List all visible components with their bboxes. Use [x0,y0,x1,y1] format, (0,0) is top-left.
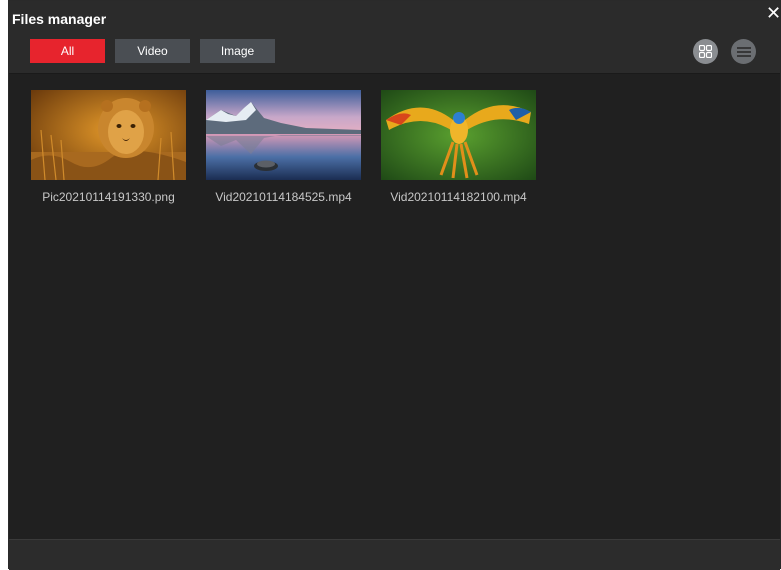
filter-image-button[interactable]: Image [200,39,275,63]
filter-tabs: All Video Image [30,39,275,63]
header-bar: Files manager ✕ All Video Image [9,1,781,74]
parrot-icon [381,90,536,180]
filter-video-button[interactable]: Video [115,39,190,63]
file-tile[interactable]: Vid20210114184525.mp4 [206,90,361,204]
status-bar [9,539,780,570]
file-name: Vid20210114182100.mp4 [390,190,527,204]
file-tile[interactable]: Pic20210114191330.png [31,90,186,204]
files-manager-window: Files manager ✕ All Video Image Pic20210… [8,0,781,570]
filter-all-button[interactable]: All [30,39,105,63]
close-icon[interactable]: ✕ [766,4,781,22]
file-name: Vid20210114184525.mp4 [215,190,352,204]
window-title: Files manager [12,11,107,27]
view-toggle [693,39,756,64]
grid-view-icon[interactable] [693,39,718,64]
file-grid: Pic20210114191330.png Vid20210114184525.… [9,75,780,539]
lion-cub-icon [31,90,186,180]
mountain-lake-icon [206,90,361,180]
file-name: Pic20210114191330.png [42,190,175,204]
file-tile[interactable]: Vid20210114182100.mp4 [381,90,536,204]
list-view-icon[interactable] [731,39,756,64]
